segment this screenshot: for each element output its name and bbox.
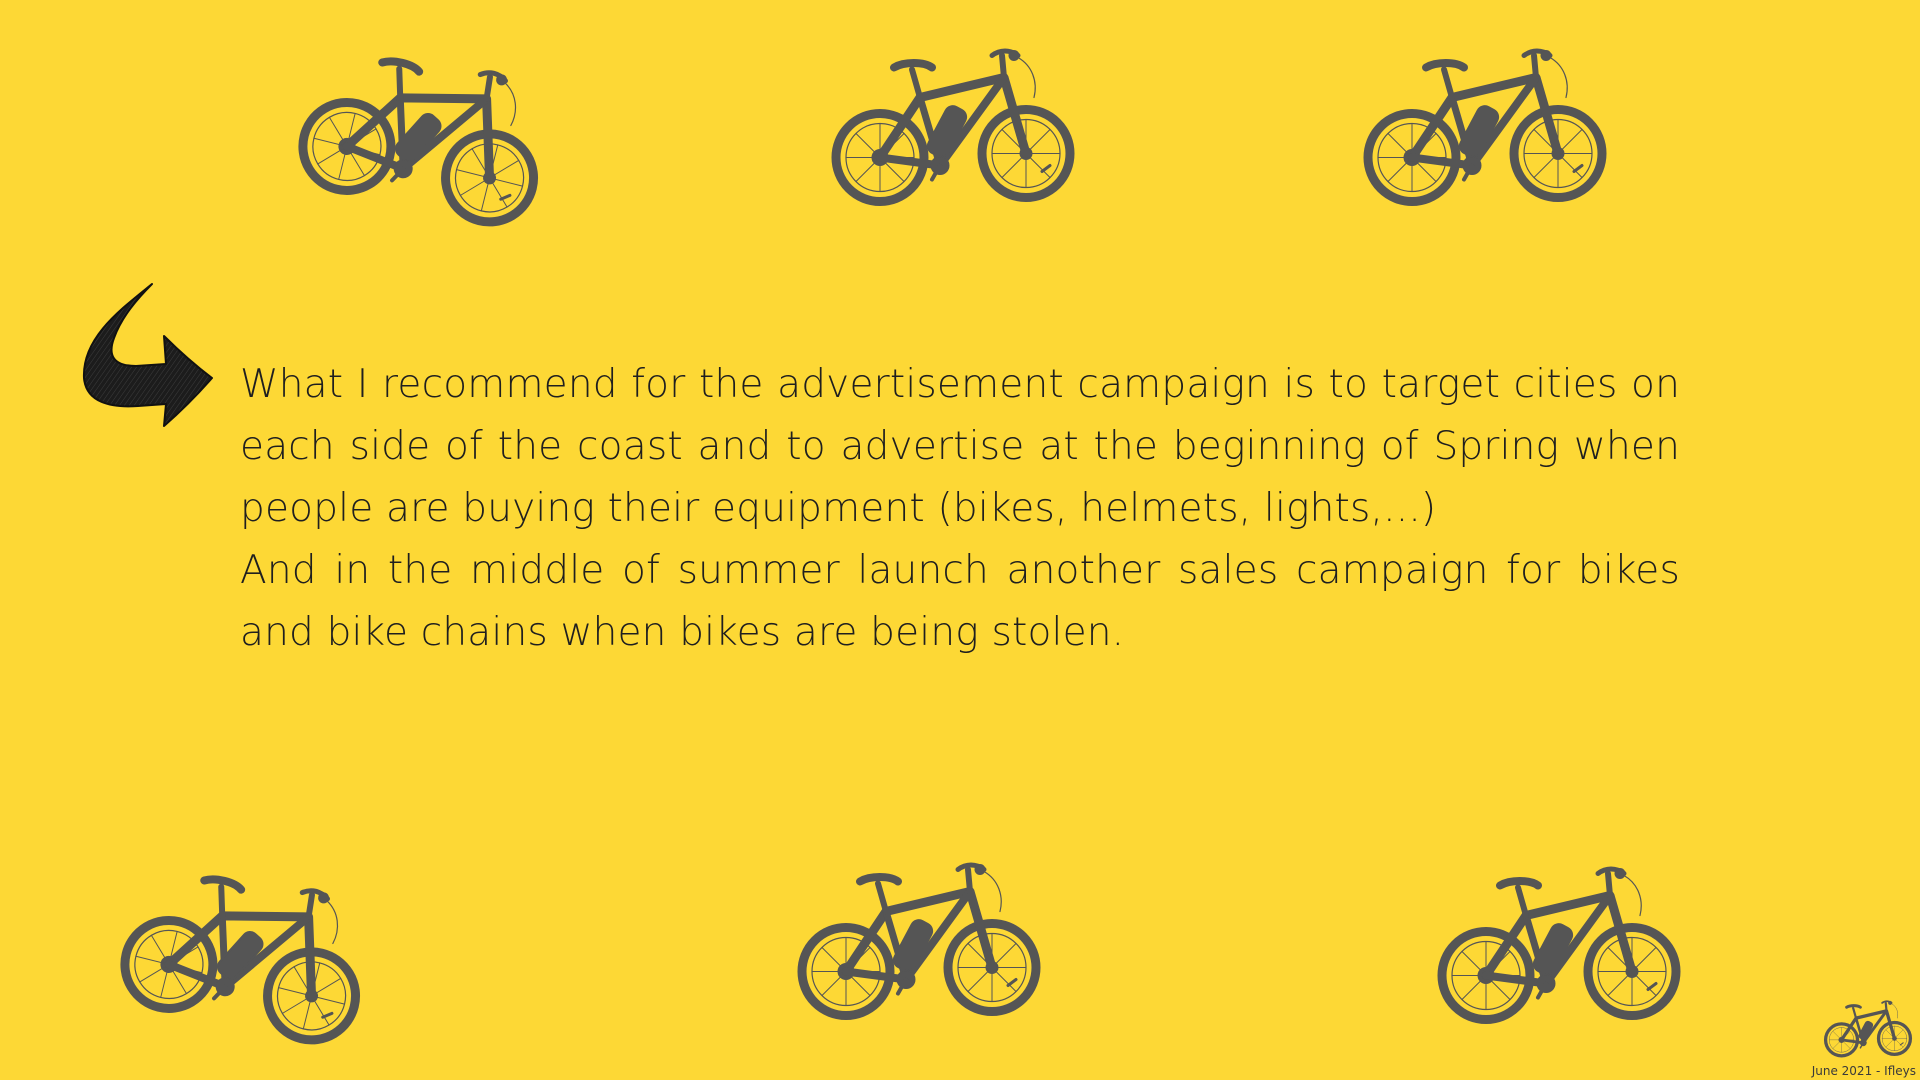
recommendation-paragraph-1: What I recommend for the advertisement c… [240, 362, 1680, 531]
curved-arrow-right-icon [80, 280, 220, 450]
e-bike-icon [281, 13, 570, 258]
slide: What I recommend for the advertisement c… [0, 0, 1920, 1080]
recommendation-paragraph-2: And in the middle of summer launch anoth… [240, 548, 1680, 655]
recommendation-text: What I recommend for the advertisement c… [240, 354, 1680, 664]
e-bike-icon [828, 40, 1078, 215]
footer-caption: June 2021 - Ifleys [1811, 1064, 1916, 1078]
footer-bike-logo-icon [1822, 1000, 1914, 1058]
e-bike-icon [103, 831, 392, 1076]
e-bike-icon [794, 854, 1044, 1029]
e-bike-icon [1434, 858, 1684, 1033]
e-bike-icon [1360, 40, 1610, 215]
